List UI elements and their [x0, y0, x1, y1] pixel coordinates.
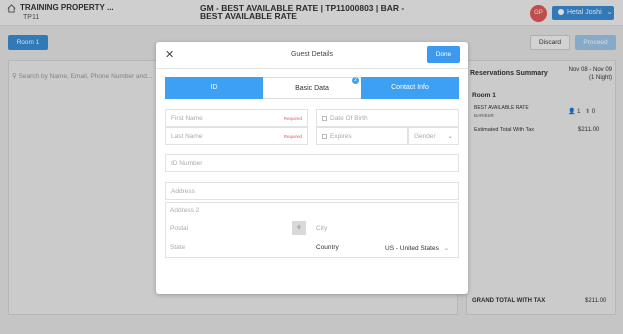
- tab-bar: ID Basic Data 2 Contact Info: [165, 77, 459, 99]
- last-name-field[interactable]: Last Name Required: [165, 127, 308, 145]
- tab-basic-data[interactable]: Basic Data 2: [263, 77, 361, 99]
- date-of-birth-field[interactable]: Date Of Birth: [316, 109, 459, 127]
- postal-lookup-button[interactable]: ⚲: [292, 221, 306, 235]
- first-name-field[interactable]: First Name Required: [165, 109, 308, 127]
- chevron-down-icon: ⌄: [443, 245, 450, 252]
- done-button[interactable]: Done: [427, 46, 460, 63]
- calendar-icon: [322, 115, 327, 121]
- dob-placeholder: Date Of Birth: [330, 115, 368, 122]
- gender-select[interactable]: Gender ⌄: [408, 127, 459, 145]
- address-field[interactable]: Address: [165, 182, 459, 200]
- country-label: Country: [316, 244, 339, 251]
- country-select[interactable]: US - United States ⌄: [385, 244, 449, 252]
- expires-field[interactable]: Expires: [316, 127, 408, 145]
- tab-id[interactable]: ID: [165, 77, 263, 99]
- calendar-icon: [322, 133, 327, 139]
- tab-basic-data-label: Basic Data: [295, 85, 329, 92]
- header-divider: [156, 68, 468, 69]
- gender-placeholder: Gender: [414, 133, 436, 140]
- address-placeholder: Address: [171, 188, 195, 195]
- state-field[interactable]: State: [170, 244, 185, 251]
- first-name-placeholder: First Name: [171, 115, 203, 122]
- address2-field[interactable]: Address 2: [170, 207, 199, 214]
- chevron-down-icon: ⌄: [447, 133, 453, 140]
- tab-badge: 2: [352, 77, 359, 84]
- city-field[interactable]: City: [316, 225, 327, 232]
- tab-contact-info[interactable]: Contact Info: [361, 77, 459, 99]
- search-icon: ⚲: [297, 225, 301, 231]
- expires-placeholder: Expires: [330, 133, 352, 140]
- id-number-field[interactable]: ID Number: [165, 154, 459, 172]
- postal-field[interactable]: Postal: [170, 225, 188, 232]
- guest-details-modal: ✕ Guest Details Done ID Basic Data 2 Con…: [156, 42, 468, 294]
- id-number-placeholder: ID Number: [171, 160, 203, 167]
- first-name-required: Required: [283, 116, 302, 121]
- modal-title: Guest Details: [290, 51, 334, 58]
- last-name-placeholder: Last Name: [171, 133, 203, 140]
- country-value: US - United States: [385, 245, 439, 252]
- last-name-required: Required: [283, 134, 302, 139]
